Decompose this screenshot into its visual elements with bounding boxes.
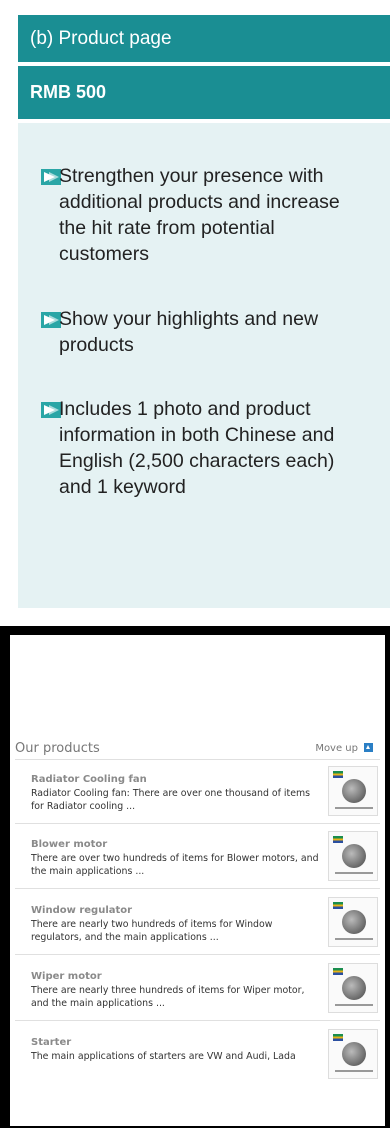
product-desc: There are nearly three hundreds of items… — [31, 985, 305, 1009]
divider — [15, 759, 380, 760]
product-name[interactable]: Window regulator — [31, 905, 132, 916]
example-screenshot: Our products Move up Radiator Cooling fa… — [0, 626, 390, 1128]
move-up-link[interactable]: Move up — [315, 743, 373, 754]
divider — [15, 823, 380, 824]
product-name[interactable]: Starter — [31, 1037, 71, 1048]
product-name[interactable]: Wiper motor — [31, 971, 102, 982]
divider — [15, 1020, 380, 1021]
product-desc: The main applications of starters are VW… — [31, 1051, 296, 1062]
move-up-label[interactable]: Move up — [315, 743, 358, 754]
product-page: Our products Move up Radiator Cooling fa… — [10, 635, 385, 1126]
arrow-icon — [41, 169, 61, 185]
product-thumbnail[interactable] — [328, 1029, 378, 1079]
divider — [15, 954, 380, 955]
feature-text: Strengthen your presence with additional… — [59, 165, 340, 265]
product-desc: There are over two hundreds of items for… — [31, 853, 319, 877]
product-thumbnail[interactable] — [328, 766, 378, 816]
arrow-icon — [41, 402, 61, 418]
feature-text: Show your highlights and new products — [59, 308, 319, 356]
product-desc: Radiator Cooling fan: There are over one… — [31, 788, 310, 812]
products-title: Our products — [15, 741, 100, 756]
product-thumbnail[interactable] — [328, 831, 378, 881]
product-name[interactable]: Blower motor — [31, 839, 107, 850]
arrow-up-icon[interactable] — [364, 743, 373, 752]
price-bar: RMB 500 — [18, 66, 390, 119]
divider — [15, 888, 380, 889]
section-header: (b) Product page — [18, 15, 390, 62]
product-desc: There are nearly two hundreds of items f… — [31, 919, 273, 943]
product-thumbnail[interactable] — [328, 897, 378, 947]
feature-text: Includes 1 photo and product information… — [59, 398, 335, 498]
arrow-icon — [41, 312, 61, 328]
product-name[interactable]: Radiator Cooling fan — [31, 774, 147, 785]
product-thumbnail[interactable] — [328, 963, 378, 1013]
